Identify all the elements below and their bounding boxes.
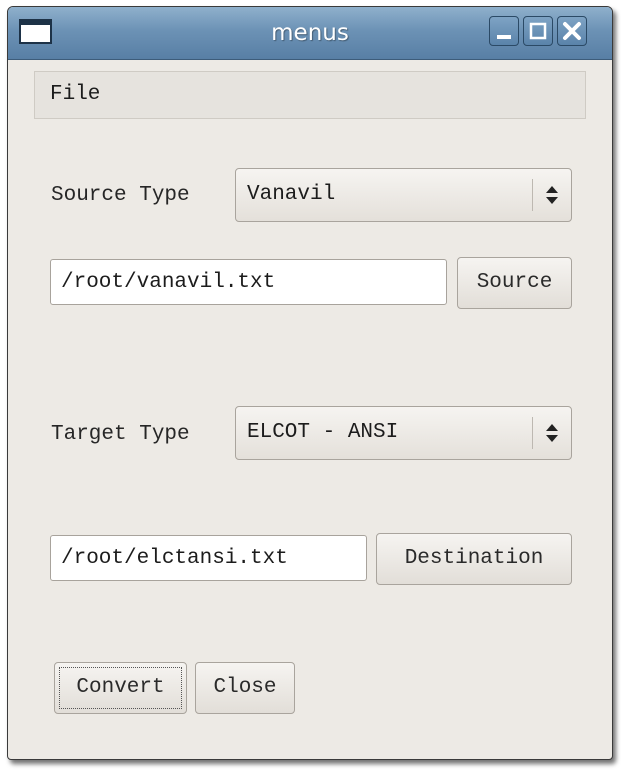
- target-type-selected: ELCOT - ANSI: [247, 421, 399, 444]
- close-window-button[interactable]: [557, 16, 587, 46]
- convert-button[interactable]: Convert: [54, 662, 187, 714]
- source-type-selected: Vanavil: [247, 183, 336, 206]
- maximize-button[interactable]: [523, 16, 553, 46]
- minimize-icon: [497, 35, 511, 39]
- target-type-select[interactable]: ELCOT - ANSI: [235, 406, 572, 460]
- updown-arrows-icon: [546, 186, 558, 204]
- maximize-icon: [529, 22, 547, 40]
- target-type-label: Target Type: [51, 423, 190, 446]
- combo-separator: [532, 179, 533, 211]
- updown-arrows-icon: [546, 424, 558, 442]
- title-bar[interactable]: menus: [8, 7, 612, 60]
- destination-button[interactable]: Destination: [376, 533, 572, 585]
- menu-bar: File: [34, 71, 586, 119]
- source-type-label: Source Type: [51, 184, 190, 207]
- source-button[interactable]: Source: [457, 257, 572, 309]
- app-window: menus File Source Type Vanavil Sour: [7, 6, 613, 760]
- source-type-select[interactable]: Vanavil: [235, 168, 572, 222]
- minimize-button[interactable]: [489, 16, 519, 46]
- menu-file[interactable]: File: [50, 72, 100, 118]
- combo-separator: [532, 417, 533, 449]
- window-title: menus: [271, 20, 349, 46]
- close-icon: [563, 22, 581, 40]
- source-path-input[interactable]: [50, 259, 447, 305]
- close-button[interactable]: Close: [195, 662, 295, 714]
- destination-path-input[interactable]: [50, 535, 367, 581]
